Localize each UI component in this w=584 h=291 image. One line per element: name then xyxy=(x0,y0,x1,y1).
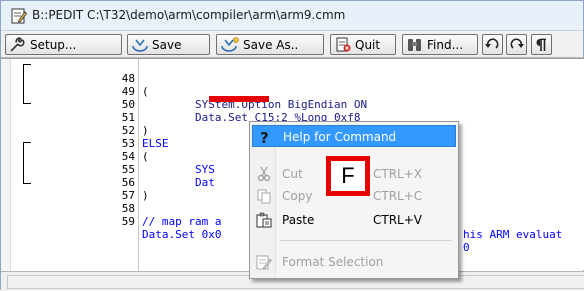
annotation-callout: F xyxy=(326,156,370,196)
find-label: Find... xyxy=(427,37,464,52)
pedit-window: B::PEDIT C:\T32\demo\arm\compiler\arm\ar… xyxy=(0,0,584,291)
wrench-icon xyxy=(10,36,25,52)
code-line: 51 ) xyxy=(1,98,584,137)
paste-icon xyxy=(256,212,272,228)
pilcrow-button[interactable] xyxy=(531,34,552,55)
redo-button[interactable] xyxy=(506,34,527,55)
menu-item-shortcut: CTRL+V xyxy=(373,213,422,227)
binoculars-icon xyxy=(408,38,421,51)
line-number: 59 xyxy=(121,215,135,228)
code-line: 49 SYStem.Option BigEndian ON xyxy=(1,72,584,111)
menu-item-format-selection[interactable]: Format Selection xyxy=(252,251,456,273)
menu-item-help-for-command[interactable]: ? Help for Command xyxy=(252,125,456,147)
menu-item-label: Help for Command xyxy=(283,130,397,144)
save-as-label: Save As.. xyxy=(243,37,299,52)
line-text: Data.Set 0x0 xyxy=(142,228,222,241)
context-menu: ? Help for Command Cut CTRL+X Copy CTRL+… xyxy=(249,121,459,279)
title-bar: B::PEDIT C:\T32\demo\arm\compiler\arm\ar… xyxy=(1,1,583,31)
line-text-right: 0 xyxy=(463,241,470,254)
menu-item-paste[interactable]: Paste CTRL+V xyxy=(252,209,456,231)
save-as-icon xyxy=(221,36,239,52)
quit-label: Quit xyxy=(355,37,381,52)
svg-text:?: ? xyxy=(260,129,269,145)
annotation-bar xyxy=(209,96,269,102)
copy-icon xyxy=(257,189,271,204)
menu-item-shortcut: CTRL+C xyxy=(373,189,423,203)
save-as-button[interactable]: Save As.. xyxy=(216,34,324,55)
redo-icon xyxy=(510,37,524,49)
menu-separator xyxy=(280,240,452,241)
find-button[interactable]: Find... xyxy=(402,34,478,55)
menu-item-label: Paste xyxy=(282,213,315,227)
setup-button[interactable]: Setup... xyxy=(5,34,122,55)
callout-letter: F xyxy=(341,163,355,188)
menu-item-label: Format Selection xyxy=(282,255,384,269)
help-icon: ? xyxy=(260,129,269,145)
window-title: B::PEDIT C:\T32\demo\arm\compiler\arm\ar… xyxy=(32,8,346,22)
format-icon xyxy=(256,255,272,270)
menu-item-label: Copy xyxy=(282,189,313,203)
code-line: 48 ( xyxy=(1,59,584,98)
save-icon xyxy=(132,39,148,52)
quit-button[interactable]: Quit xyxy=(330,34,396,55)
undo-button[interactable] xyxy=(482,34,503,55)
undo-icon xyxy=(485,37,499,49)
scissors-icon xyxy=(257,166,271,182)
line-text-right: his ARM evaluat xyxy=(463,228,563,241)
line-text: // map ram a xyxy=(142,215,222,228)
toolbar: Setup... Save Save As.. Quit Find... xyxy=(1,31,583,58)
setup-label: Setup... xyxy=(30,37,77,52)
save-button[interactable]: Save xyxy=(127,34,210,55)
pilcrow-icon xyxy=(536,38,546,51)
menu-item-shortcut: CTRL+X xyxy=(373,167,423,181)
code-line: 50 Data.Set C15:2 %Long 0xf8 xyxy=(1,85,584,124)
edit-document-icon xyxy=(11,8,27,24)
save-label: Save xyxy=(152,37,182,52)
quit-icon xyxy=(336,37,351,51)
menu-item-label: Cut xyxy=(282,167,303,181)
